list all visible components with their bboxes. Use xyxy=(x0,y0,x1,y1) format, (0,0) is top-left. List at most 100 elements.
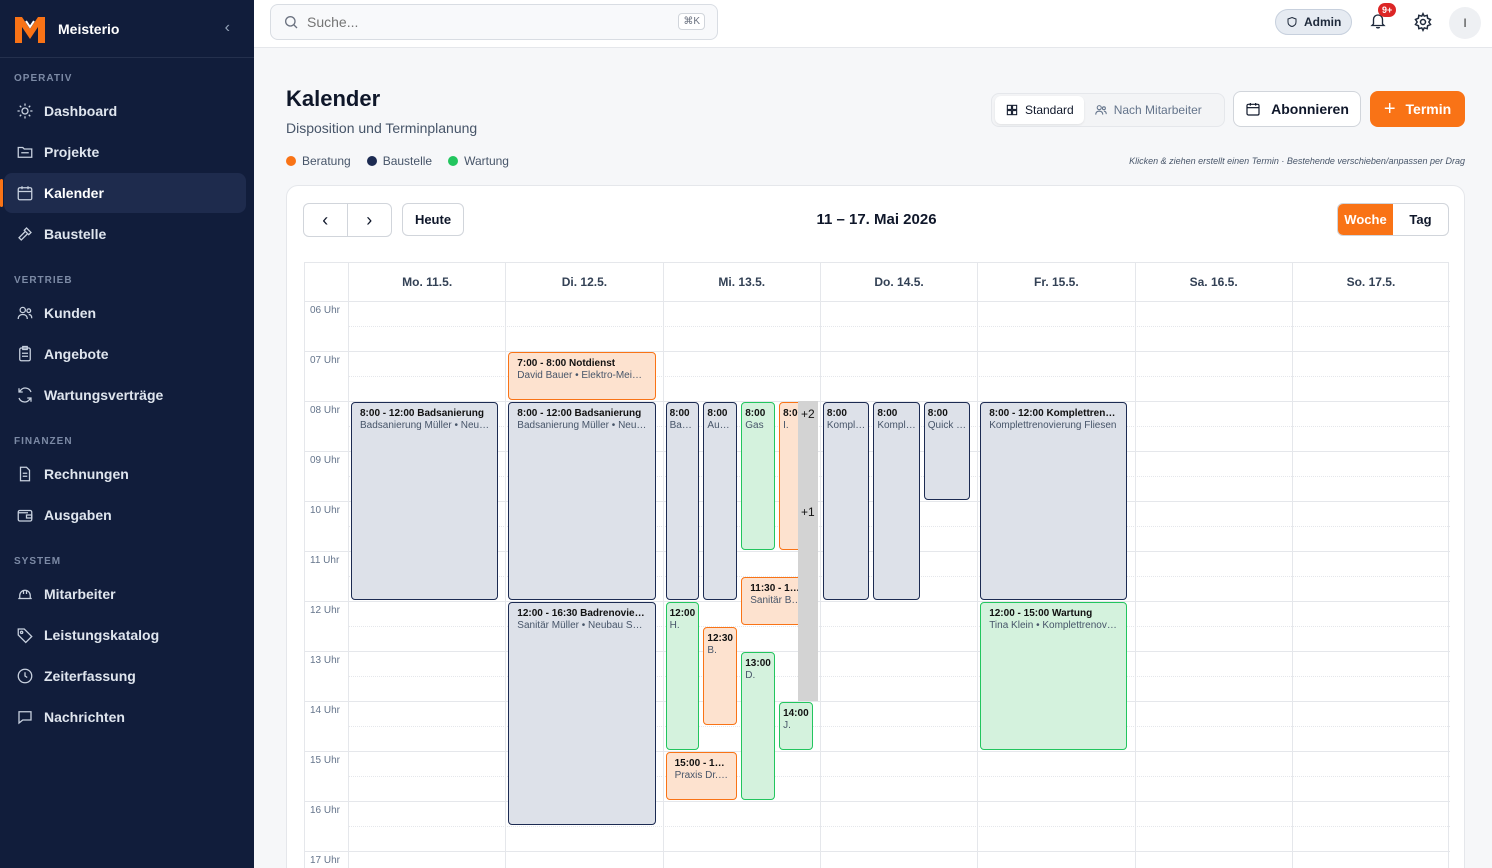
calendar-icon xyxy=(17,186,33,201)
collapse-sidebar-icon[interactable]: ‹ xyxy=(225,19,230,37)
event-subtitle: Sanitär Beratung xyxy=(750,595,804,606)
calendar-event[interactable]: 8:00Komplettrenovierung xyxy=(822,402,870,600)
gear-icon xyxy=(1414,11,1432,33)
sidebar-item-baustelle[interactable]: Baustelle xyxy=(4,214,246,254)
sidebar-item-dashboard[interactable]: Dashboard xyxy=(4,91,246,131)
sidebar-item-label: Mitarbeiter xyxy=(44,586,116,602)
event-title: 8:00 - 12:00 Badsanierung xyxy=(360,408,484,419)
more-events-indicator[interactable]: +1 xyxy=(798,501,818,551)
sidebar-item-wartungsverträge[interactable]: Wartungsverträge xyxy=(4,375,246,415)
sidebar-item-projekte[interactable]: Projekte xyxy=(4,132,246,172)
day-column[interactable] xyxy=(1134,301,1136,868)
event-title: 14:00 xyxy=(783,708,809,719)
day-column[interactable] xyxy=(348,301,349,868)
calendar-event[interactable]: 14:00 J. xyxy=(779,702,813,750)
sidebar-item-rechnungen[interactable]: Rechnungen xyxy=(4,454,246,494)
event-title: 8:00 xyxy=(669,408,690,419)
calendar-event[interactable]: 12:00 - 15:00 Wartung Tina Klein • Komple… xyxy=(980,602,1128,750)
day-column[interactable] xyxy=(1291,301,1293,868)
plus-icon: + xyxy=(1383,98,1396,120)
sidebar-item-label: Dashboard xyxy=(44,103,118,119)
sun-icon xyxy=(17,103,33,119)
hour-label: 10 Uhr xyxy=(310,505,341,516)
event-subtitle: Badsanierung Müller • Neubau xyxy=(360,420,490,431)
sidebar-item-leistungskatalog[interactable]: Leistungskatalog xyxy=(4,615,246,655)
sidebar-item-label: Rechnungen xyxy=(44,466,129,482)
calendar-event[interactable]: 8:00 - 12:00 Badsanierung Badsanierung Mü… xyxy=(351,402,499,600)
calendar-event[interactable]: 8:00 - 12:00 KomplettrenovierungKomplett… xyxy=(980,402,1128,600)
role-badge[interactable]: Admin xyxy=(1275,9,1353,35)
clipboard-icon xyxy=(19,345,31,362)
event-subtitle: Komplettrenovierung xyxy=(826,420,865,431)
topbar: ⌘K Admin 9+ I xyxy=(254,0,1492,48)
sidebar-item-kunden[interactable]: Kunden xyxy=(4,293,246,333)
calendar-event[interactable]: 12:00 H. xyxy=(665,602,700,750)
mode-week-button[interactable]: Woche xyxy=(1338,204,1393,235)
search-input[interactable] xyxy=(307,14,647,30)
calendar-event[interactable]: 13:00 D. xyxy=(741,652,776,800)
calendar-event[interactable]: 12:00 - 16:30 Badrenovierung Sanitär Müll… xyxy=(508,602,656,825)
calendar-event[interactable]: 7:00 - 8:00 Notdienst David Bauer • Elekt… xyxy=(508,352,656,400)
legend-label: Baustelle xyxy=(382,154,433,168)
sidebar-item-zeiterfassung[interactable]: Zeiterfassung xyxy=(4,656,246,696)
event-subtitle: B. xyxy=(707,645,717,656)
calendar-icon xyxy=(1246,103,1260,116)
event-title: 8:00 - 12:00 Badsanierung xyxy=(517,408,642,419)
week-grid[interactable]: Mo. 11.5. Di. 12.5. Mi. 13.5. Do. 14.5. Fr. … xyxy=(304,262,1450,868)
sidebar-item-angebote[interactable]: Angebote xyxy=(4,334,246,374)
calendar-event[interactable]: 8:00 Gas xyxy=(741,402,776,550)
view-standard-button[interactable]: Standard xyxy=(995,96,1084,124)
settings-button[interactable] xyxy=(1413,11,1433,37)
calendar-event[interactable]: 8:00Ausbau xyxy=(703,402,738,600)
day-column[interactable] xyxy=(819,301,821,868)
calendar-event[interactable]: 8:00Komplettrenovierung xyxy=(873,402,920,600)
event-subtitle: Ausbau xyxy=(707,420,733,431)
legend-dot xyxy=(366,156,377,166)
notification-badge: 9+ xyxy=(1378,3,1397,17)
subscribe-button[interactable]: Abonnieren xyxy=(1233,91,1361,127)
role-label: Admin xyxy=(1304,15,1342,29)
mode-day-button[interactable]: Tag xyxy=(1393,204,1448,235)
day-column[interactable] xyxy=(977,301,979,868)
clock-icon xyxy=(17,668,33,684)
event-title: 12:00 - 16:30 Badrenovierung xyxy=(517,608,647,619)
event-subtitle: Praxis Dr. Weber xyxy=(674,770,729,781)
new-appointment-button[interactable]: + Termin xyxy=(1370,91,1465,127)
day-header: Sa. 16.5. xyxy=(1134,263,1292,301)
calendar-event[interactable]: 8:00Quick Check xyxy=(923,402,971,500)
hour-label: 11 Uhr xyxy=(310,555,340,566)
calendar-event[interactable]: 15:00 - 16:00Praxis Dr. Weber xyxy=(665,752,738,800)
hour-line xyxy=(305,301,1450,302)
event-subtitle: Tina Klein • Komplettrenovierung xyxy=(989,620,1118,631)
half-hour-line xyxy=(348,826,1450,827)
calendar-event[interactable]: 8:00Baustelle xyxy=(665,402,700,600)
legend-item: Wartung xyxy=(448,154,509,168)
day-column[interactable] xyxy=(662,301,664,868)
sidebar-item-nachrichten[interactable]: Nachrichten xyxy=(4,697,246,737)
avatar[interactable]: I xyxy=(1449,7,1481,39)
calendar-event[interactable]: 12:30 B. xyxy=(703,627,738,725)
sidebar-item-ausgaben[interactable]: Ausgaben xyxy=(4,495,246,535)
sidebar-item-mitarbeiter[interactable]: Mitarbeiter xyxy=(4,574,246,614)
day-header: Mo. 11.5. xyxy=(348,263,505,301)
day-header: Do. 14.5. xyxy=(819,263,977,301)
view-employee-button[interactable]: Nach Mitarbeiter xyxy=(1084,96,1212,124)
sidebar-section-finanzen: FINANZEN xyxy=(14,436,73,447)
new-appointment-label: Termin xyxy=(1405,101,1452,117)
more-events-indicator[interactable]: +2 xyxy=(797,401,818,701)
sidebar-item-label: Baustelle xyxy=(44,226,107,242)
hour-label: 14 Uhr xyxy=(310,705,341,716)
day-column[interactable] xyxy=(505,301,507,868)
users-icon xyxy=(17,306,33,320)
legend-label: Beratung xyxy=(302,154,351,168)
hour-label: 08 Uhr xyxy=(310,405,341,416)
search-box[interactable]: ⌘K xyxy=(270,4,718,40)
event-subtitle: Komplettrenovierung Fliesen xyxy=(989,420,1117,431)
sidebar-item-label: Zeiterfassung xyxy=(44,668,136,684)
legend-dot xyxy=(448,156,459,166)
sidebar-item-kalender[interactable]: Kalender xyxy=(0,173,246,213)
hour-label: 12 Uhr xyxy=(310,605,341,616)
calendar-event[interactable]: 8:00 - 12:00 Badsanierung Badsanierung Mü… xyxy=(508,402,656,600)
hint-text: Klicken & ziehen erstellt einen Termin ·… xyxy=(1129,156,1465,166)
meisterio-logo-icon xyxy=(15,16,45,43)
